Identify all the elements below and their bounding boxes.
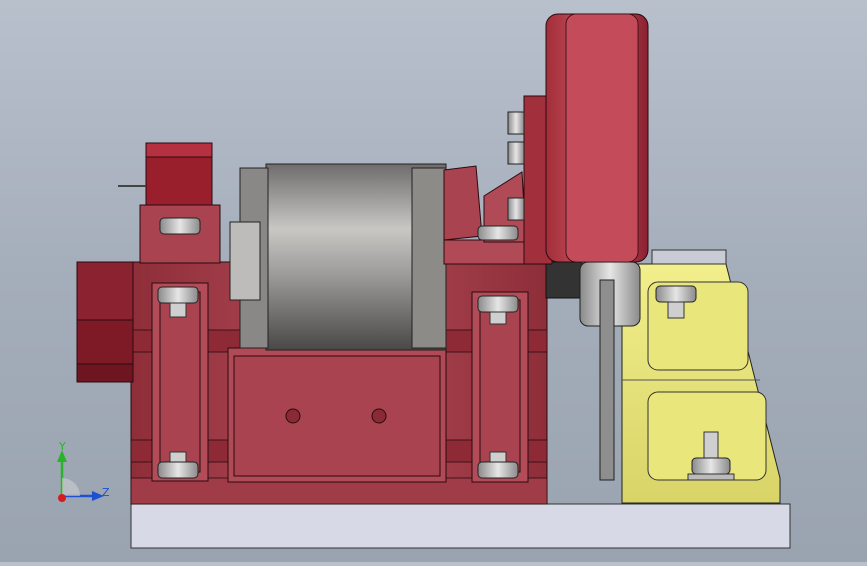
base-plate xyxy=(130,503,791,549)
triad-plane xyxy=(62,478,80,496)
z-axis-label: Z xyxy=(102,486,110,499)
flywheel xyxy=(523,13,649,265)
origin-marker xyxy=(58,494,66,502)
left-box xyxy=(76,261,134,383)
motor-housing xyxy=(229,163,447,351)
bolt-flywheel-stack xyxy=(507,111,525,221)
bolt-terminal xyxy=(159,217,201,235)
terminal-block xyxy=(118,142,221,264)
coordinate-triad: Y Z xyxy=(40,438,120,510)
motor-saddle xyxy=(227,347,447,483)
cad-viewport[interactable]: Y Z xyxy=(0,0,867,562)
bolt-mount xyxy=(477,225,519,241)
assembly-model xyxy=(76,13,791,549)
y-axis-label: Y xyxy=(59,440,66,453)
